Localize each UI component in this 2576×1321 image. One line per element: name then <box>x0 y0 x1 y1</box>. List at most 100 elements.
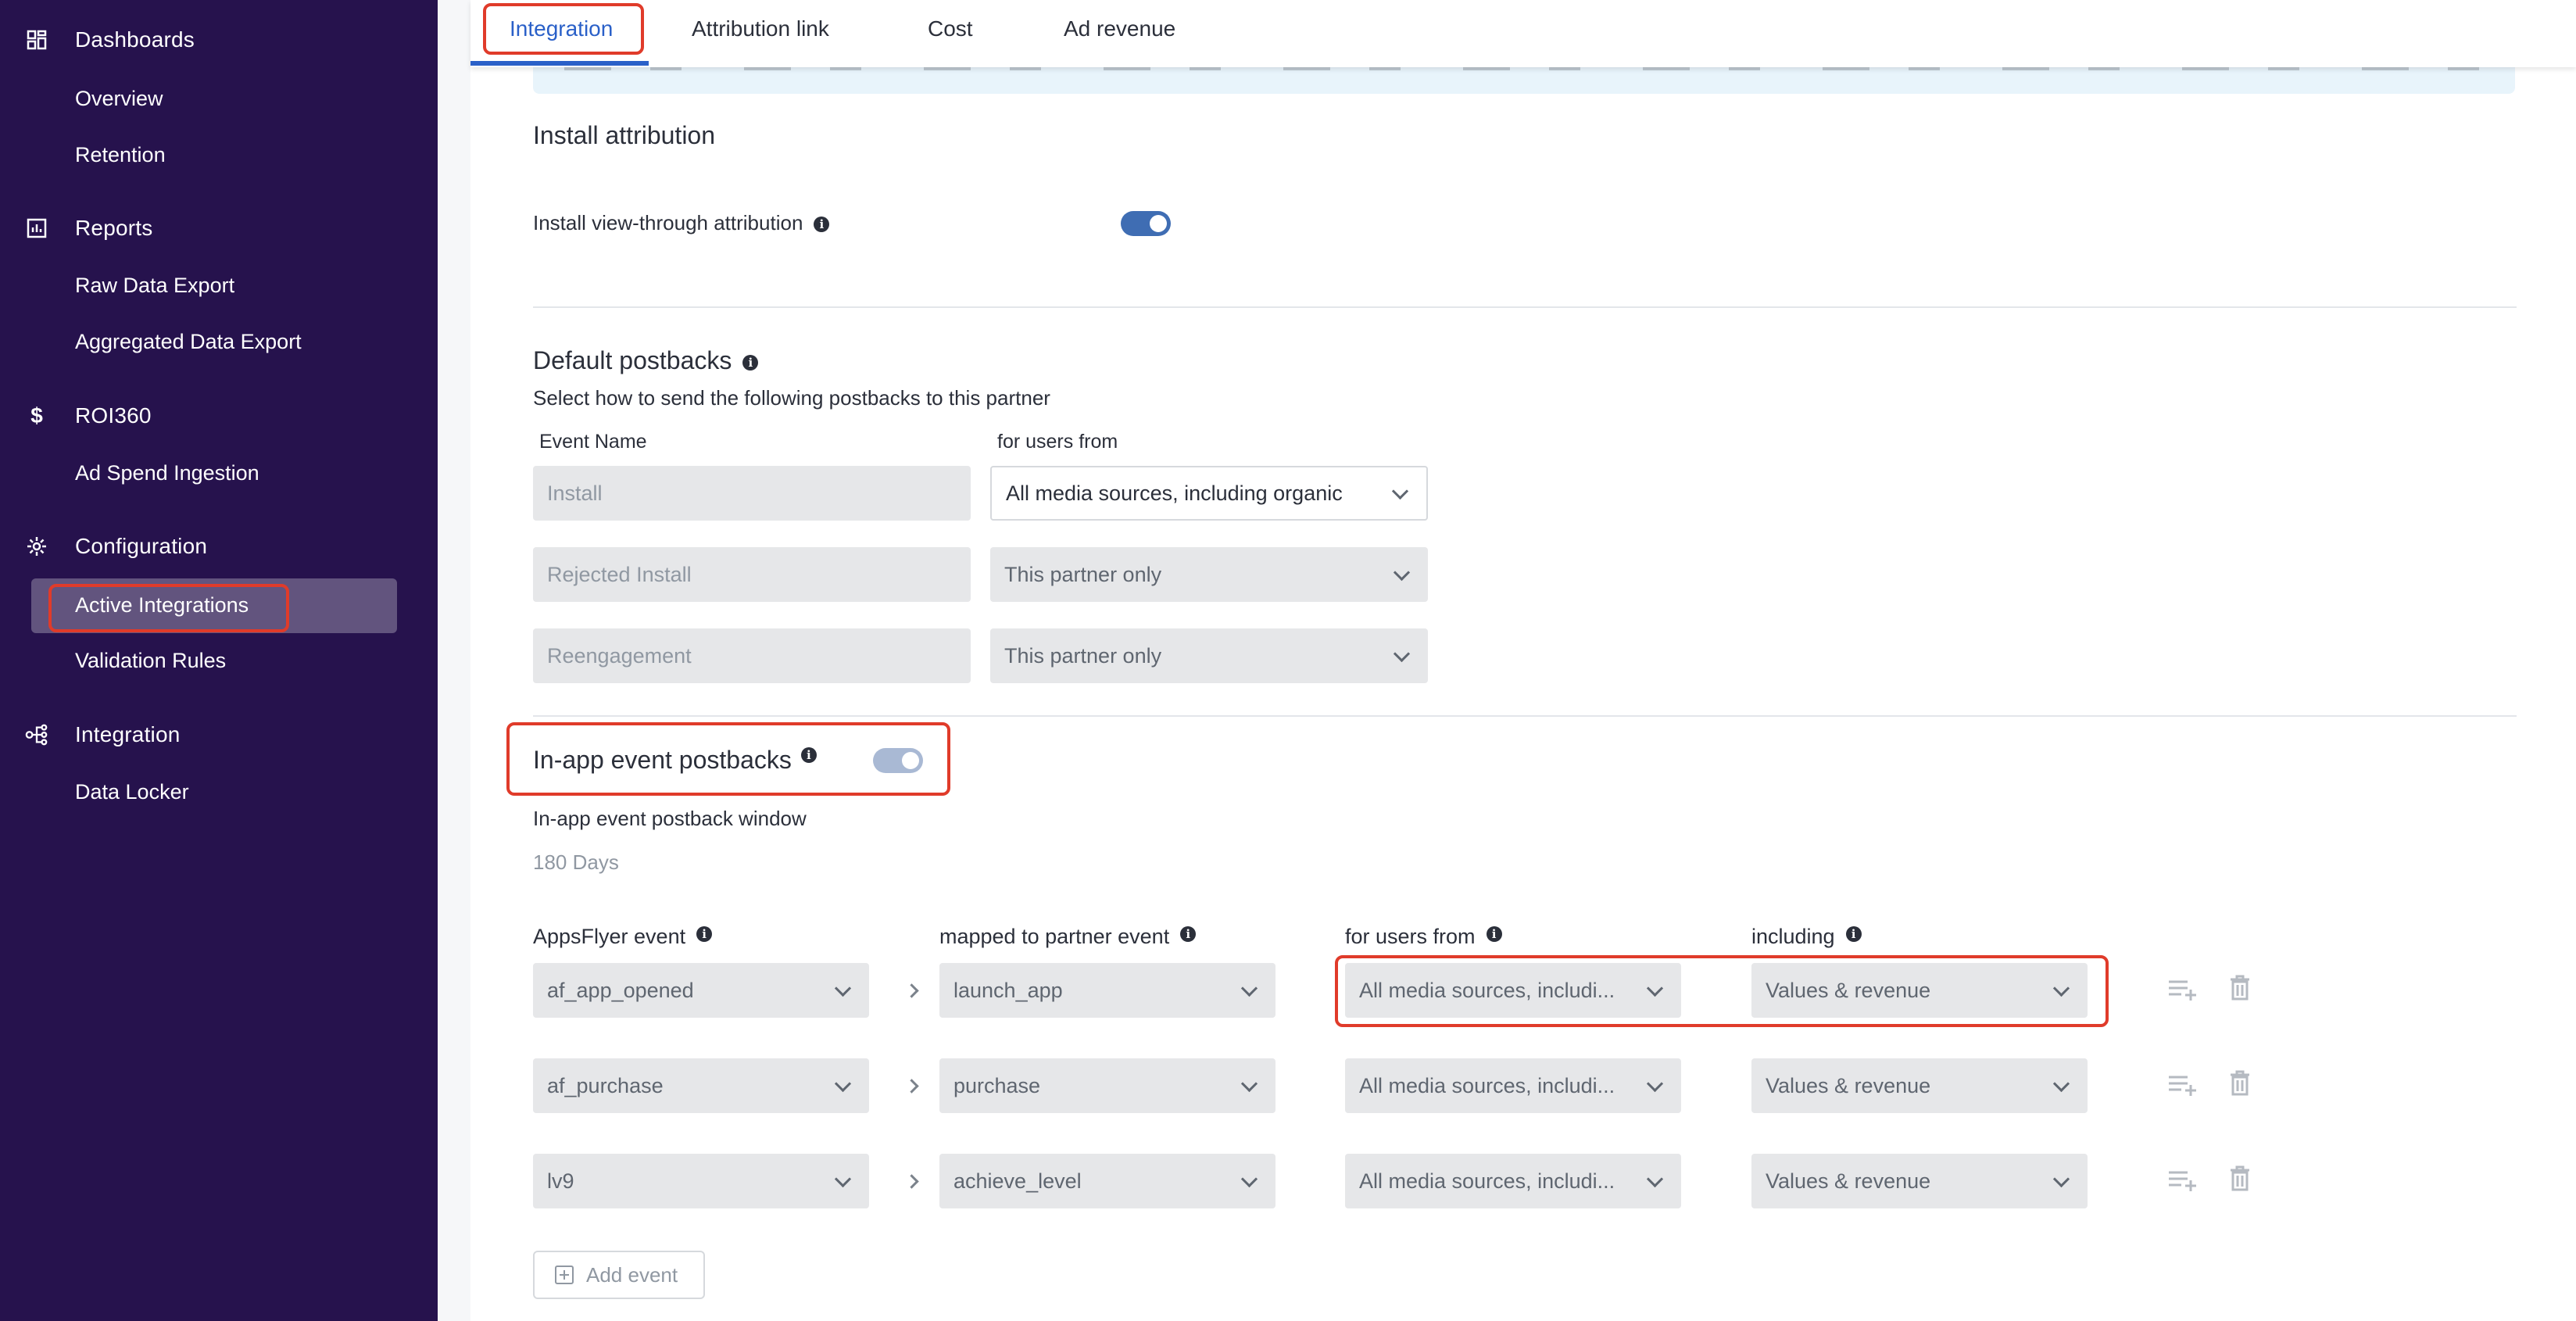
chevron-down-icon <box>2052 1170 2070 1188</box>
add-to-list-icon[interactable] <box>2167 974 2199 1005</box>
col-header-af-event: AppsFlyer event i <box>533 925 713 949</box>
users-from-select[interactable]: All media sources, including organic <box>990 466 1428 521</box>
select-value: purchase <box>953 1074 1041 1097</box>
info-icon[interactable]: i <box>800 747 817 763</box>
including-select[interactable]: Values & revenue <box>1751 963 2088 1018</box>
select-value: lv9 <box>547 1169 574 1193</box>
tab-integration[interactable]: Integration <box>510 0 613 59</box>
partner-event-select[interactable]: launch_app <box>939 963 1275 1018</box>
col-header-users-from: for users from i <box>1345 925 1502 949</box>
view-through-label: Install view-through attribution <box>533 211 803 234</box>
col-header-users-from-label: for users from <box>1345 925 1476 948</box>
select-value: Values & revenue <box>1766 979 1931 1002</box>
sidebar-section-label: Configuration <box>75 534 208 558</box>
select-value: Values & revenue <box>1766 1074 1931 1097</box>
partner-event-select[interactable]: purchase <box>939 1058 1275 1113</box>
col-header-including-label: including <box>1751 925 1835 948</box>
view-through-row: Install view-through attribution i <box>533 211 830 235</box>
sidebar-section-label: Reports <box>75 216 153 240</box>
gear-icon <box>25 535 48 558</box>
sidebar-section-label: Integration <box>75 722 181 746</box>
chevron-down-icon <box>834 1170 852 1188</box>
users-from-select[interactable]: This partner only <box>990 547 1428 602</box>
sidebar-section-integration[interactable]: Integration <box>25 715 181 754</box>
sidebar-section-dashboards[interactable]: Dashboards <box>25 20 195 59</box>
select-value: All media sources, includi... <box>1359 1169 1615 1193</box>
tab-cost[interactable]: Cost <box>928 0 973 59</box>
install-attribution-title: Install attribution <box>533 121 716 149</box>
postback-window-label: In-app event postback window <box>533 807 807 830</box>
info-icon[interactable]: i <box>1845 926 1862 942</box>
sidebar-section-roi360[interactable]: $ ROI360 <box>25 396 152 435</box>
add-event-button[interactable]: Add event <box>533 1251 705 1299</box>
col-header-partner-event: mapped to partner event i <box>939 925 1197 949</box>
sidebar-section-reports[interactable]: Reports <box>25 209 152 248</box>
in-app-postbacks-toggle[interactable] <box>873 748 923 773</box>
postback-window-value: 180 Days <box>533 850 619 874</box>
default-postbacks-title: Default postbacks <box>533 346 732 374</box>
add-to-list-icon[interactable] <box>2167 1069 2199 1101</box>
sidebar-section-configuration[interactable]: Configuration <box>25 527 207 566</box>
info-icon[interactable]: i <box>814 217 830 233</box>
plus-square-icon <box>555 1266 574 1284</box>
chevron-down-icon <box>1391 482 1409 500</box>
sidebar-item-data-locker[interactable]: Data Locker <box>75 775 189 809</box>
tab-ad-revenue[interactable]: Ad revenue <box>1064 0 1175 59</box>
select-value: This partner only <box>1004 644 1162 668</box>
event-name-field: Install <box>533 466 971 521</box>
including-select[interactable]: Values & revenue <box>1751 1058 2088 1113</box>
users-from-select[interactable]: All media sources, includi... <box>1345 963 1681 1018</box>
info-icon[interactable]: i <box>1180 926 1197 942</box>
sidebar-item-retention[interactable]: Retention <box>75 138 166 172</box>
sidebar: Dashboards Overview Retention Reports Ra… <box>0 0 438 1321</box>
sidebar-section-label: Dashboards <box>75 27 195 52</box>
trash-icon[interactable] <box>2224 972 2256 1004</box>
chevron-down-icon <box>2052 979 2070 997</box>
including-select[interactable]: Values & revenue <box>1751 1154 2088 1208</box>
users-from-select[interactable]: This partner only <box>990 628 1428 683</box>
info-icon[interactable]: i <box>1486 926 1502 942</box>
col-header-event-name: Event Name <box>539 431 647 453</box>
sidebar-section-label: ROI360 <box>75 403 152 428</box>
sidebar-item-raw-data-export[interactable]: Raw Data Export <box>75 268 234 303</box>
dollar-icon: $ <box>30 403 43 428</box>
select-value: This partner only <box>1004 563 1162 586</box>
af-event-select[interactable]: lv9 <box>533 1154 869 1208</box>
users-from-select[interactable]: All media sources, includi... <box>1345 1154 1681 1208</box>
select-value: All media sources, includi... <box>1359 979 1615 1002</box>
trash-icon[interactable] <box>2224 1068 2256 1099</box>
add-to-list-icon[interactable] <box>2167 1165 2199 1196</box>
chevron-down-icon <box>1240 1170 1258 1188</box>
sidebar-item-aggregated-data-export[interactable]: Aggregated Data Export <box>75 324 302 359</box>
in-app-postbacks-title: In-app event postbacks <box>533 746 792 774</box>
tab-bar: Integration Attribution link Cost Ad rev… <box>470 0 2576 67</box>
col-header-partner-event-label: mapped to partner event <box>939 925 1170 948</box>
col-header-users-from: for users from <box>997 431 1118 453</box>
tab-attribution-link[interactable]: Attribution link <box>692 0 829 59</box>
col-header-af-event-label: AppsFlyer event <box>533 925 686 948</box>
sidebar-item-ad-spend-ingestion[interactable]: Ad Spend Ingestion <box>75 456 259 490</box>
select-value: achieve_level <box>953 1169 1082 1193</box>
toggle-knob <box>902 752 919 769</box>
sidebar-item-validation-rules[interactable]: Validation Rules <box>75 643 226 678</box>
info-icon[interactable]: i <box>742 354 759 371</box>
info-icon[interactable]: i <box>696 926 713 942</box>
chevron-down-icon <box>1646 1075 1664 1093</box>
view-through-toggle[interactable] <box>1121 211 1171 236</box>
af-event-select[interactable]: af_app_opened <box>533 963 869 1018</box>
section-divider <box>533 715 2517 717</box>
section-divider <box>533 306 2517 308</box>
partner-event-select[interactable]: achieve_level <box>939 1154 1275 1208</box>
event-name-field: Rejected Install <box>533 547 971 602</box>
reports-chart-icon <box>25 217 48 240</box>
sidebar-item-active-integrations[interactable]: Active Integrations <box>75 588 249 622</box>
chevron-down-icon <box>1646 1170 1664 1188</box>
users-from-select[interactable]: All media sources, includi... <box>1345 1058 1681 1113</box>
chevron-down-icon <box>834 1075 852 1093</box>
select-value: launch_app <box>953 979 1063 1002</box>
trash-icon[interactable] <box>2224 1163 2256 1194</box>
af-event-select[interactable]: af_purchase <box>533 1058 869 1113</box>
integration-nodes-icon <box>25 723 48 746</box>
default-postbacks-header: Default postbacks i <box>533 346 759 375</box>
sidebar-item-overview[interactable]: Overview <box>75 81 163 116</box>
